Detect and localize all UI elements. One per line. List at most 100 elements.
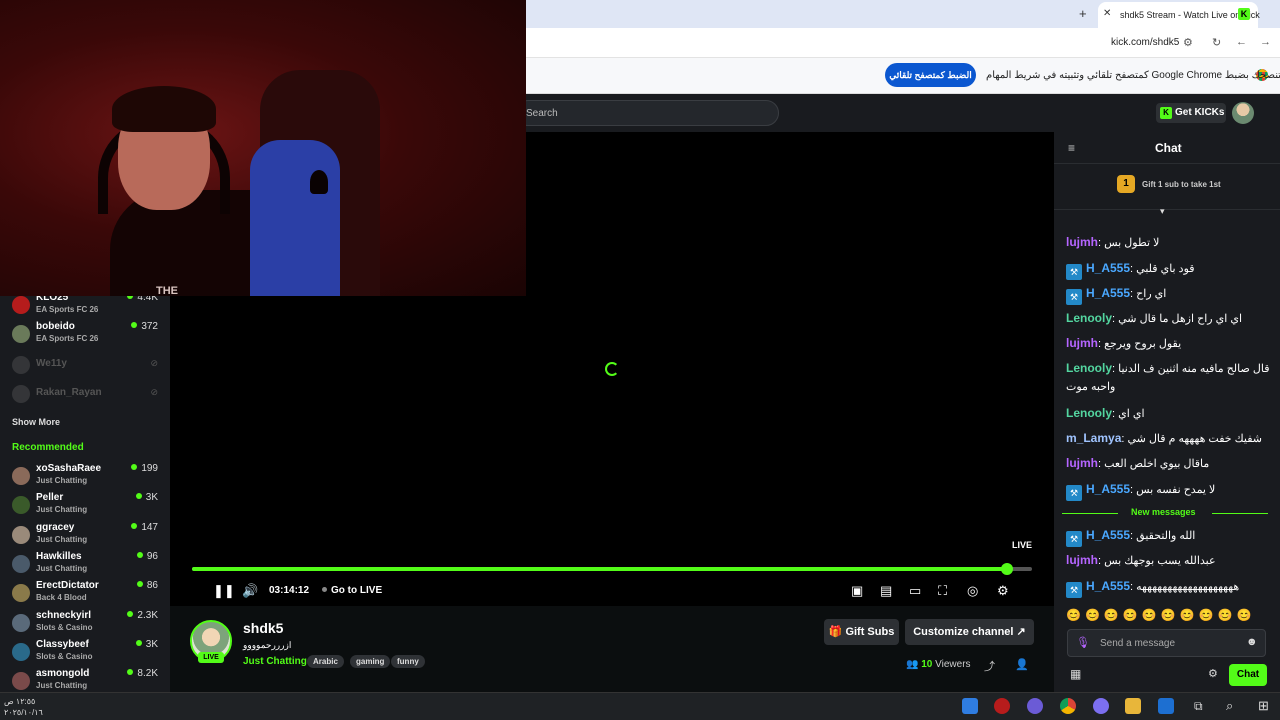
windows-start-icon[interactable]: ⊞ xyxy=(1258,698,1269,714)
new-messages-divider[interactable]: New messages xyxy=(1062,506,1268,520)
chat-text: الله والتحقيق xyxy=(1136,530,1196,542)
clip-icon[interactable]: ▤ xyxy=(880,583,892,599)
share-icon[interactable]: ⤴ xyxy=(984,658,995,674)
taskbar-app-icon[interactable] xyxy=(1093,698,1109,714)
sidebar-recommended-item[interactable]: Hawkilles Just Chatting 96 xyxy=(0,550,170,579)
chat-username[interactable]: lujmh xyxy=(1066,456,1098,470)
search-input[interactable]: Search xyxy=(515,100,779,126)
kick-logo-icon: K xyxy=(1160,107,1172,119)
url-field[interactable]: kick.com/shdk5 xyxy=(1111,37,1179,48)
sidebar-offline-item[interactable]: We11y ⊘ xyxy=(0,351,170,380)
system-clock[interactable]: ١٢:٥٥ ص ٢٠٢٥/١٠/١٦ xyxy=(4,696,43,718)
gift-leaderboard-text[interactable]: Gift 1 sub to take 1st xyxy=(1142,180,1221,189)
playback-speed-icon[interactable]: ◎ xyxy=(967,583,978,599)
chat-username[interactable]: H_A555 xyxy=(1086,579,1130,593)
chat-message-input[interactable]: 🎙 Send a message ☻ xyxy=(1067,629,1266,657)
channel-category: Slots & Casino xyxy=(36,651,93,661)
reload-icon[interactable]: ↻ xyxy=(1212,36,1221,49)
chat-username[interactable]: Lenooly xyxy=(1066,311,1112,325)
forward-arrow-icon[interactable]: → xyxy=(1260,36,1271,48)
chat-message: lujmh: عبدالله يسب بوجهك بس xyxy=(1066,551,1272,570)
channel-name[interactable]: shdk5 xyxy=(243,620,283,636)
settings-gear-icon[interactable]: ⚙ xyxy=(997,583,1009,599)
volume-icon[interactable]: 🔊 xyxy=(242,583,258,599)
chat-username[interactable]: m_Lamya xyxy=(1066,431,1121,445)
stream-title: ازرررحموووو xyxy=(243,640,292,650)
gift-subs-button[interactable]: 🎁 Gift Subs xyxy=(824,619,899,645)
site-settings-icon[interactable]: ⚙ xyxy=(1183,36,1193,49)
collapse-chat-icon[interactable]: ≡ xyxy=(1068,141,1075,155)
show-more-button[interactable]: Show More xyxy=(12,417,60,427)
recommended-heading: Recommended xyxy=(12,442,84,453)
user-avatar[interactable] xyxy=(1232,102,1254,124)
emoji-picker-icon[interactable]: ☻ xyxy=(1246,636,1258,648)
pause-icon[interactable]: ❚❚ xyxy=(213,583,235,599)
sidebar-recommended-item[interactable]: xoSashaRaee Just Chatting 199 xyxy=(0,462,170,491)
chat-username[interactable]: Lenooly xyxy=(1066,361,1112,375)
chat-username[interactable]: H_A555 xyxy=(1086,482,1130,496)
live-badge: LIVE xyxy=(198,652,224,663)
sidebar-recommended-item[interactable]: Peller Just Chatting 3K xyxy=(0,491,170,520)
file-explorer-icon[interactable] xyxy=(1125,698,1141,714)
follow-user-icon[interactable]: 👤 xyxy=(1015,658,1029,671)
theater-mode-icon[interactable]: ▭ xyxy=(909,583,921,599)
channel-name: schneckyirl xyxy=(36,609,92,621)
browser-tab[interactable]: ✕ shdk5 Stream - Watch Live on Kick K xyxy=(1098,2,1260,28)
channel-avatar xyxy=(12,642,30,661)
chat-message: Lenooly: قال صالح مافيه منه اثنين ف الدن… xyxy=(1066,359,1272,396)
chat-username[interactable]: H_A555 xyxy=(1086,528,1130,542)
stream-category-link[interactable]: Just Chatting xyxy=(243,656,307,667)
microphone-icon[interactable]: 🎙 xyxy=(1076,636,1090,649)
customize-channel-button[interactable]: Customize channel ↗ xyxy=(905,619,1034,645)
chat-username[interactable]: lujmh xyxy=(1066,553,1098,567)
send-chat-button[interactable]: Chat xyxy=(1229,664,1267,686)
chat-username[interactable]: H_A555 xyxy=(1086,286,1130,300)
emote-bar[interactable]: 😊😊😊😊😊😊😊😊😊😊 xyxy=(1066,608,1266,624)
tag-chip[interactable]: funny xyxy=(391,655,425,668)
miniplayer-icon[interactable]: ▣ xyxy=(851,583,863,599)
chat-text: ماقال بيوي اخلص العب xyxy=(1104,458,1210,470)
seek-handle[interactable] xyxy=(1001,563,1013,575)
sidebar-channel-item[interactable]: bobeido EA Sports FC 26 372 xyxy=(0,320,170,349)
set-default-browser-button[interactable]: الضبط كمتصفح تلقائي xyxy=(885,63,976,87)
close-tab-icon[interactable]: ✕ xyxy=(1103,8,1111,19)
channel-category: EA Sports FC 26 xyxy=(36,305,99,314)
sidebar-offline-item[interactable]: Rakan_Rayan ⊘ xyxy=(0,380,170,409)
sidebar-recommended-item[interactable]: ggracey Just Chatting 147 xyxy=(0,521,170,550)
viewer-count-number: 3K xyxy=(145,638,158,650)
infobar-message: تنصحك بضبط Google Chrome كمتصفح تلقائي و… xyxy=(986,70,1280,81)
clock-date: ٢٠٢٥/١٠/١٦ xyxy=(4,708,43,717)
live-dot-icon xyxy=(135,639,142,646)
figurine xyxy=(310,170,328,194)
chrome-taskbar-icon[interactable] xyxy=(1060,698,1076,714)
external-link-icon: ↗ xyxy=(1013,626,1026,638)
fullscreen-icon[interactable]: ⛶ xyxy=(938,583,947,599)
blue-jersey xyxy=(250,140,340,296)
search-icon[interactable]: ⌕ xyxy=(1226,698,1233,714)
outlook-icon[interactable] xyxy=(1158,698,1174,714)
chat-username[interactable]: Lenooly xyxy=(1066,406,1112,420)
loading-spinner-icon xyxy=(605,362,619,376)
back-arrow-icon[interactable]: ← xyxy=(1236,36,1247,48)
shirt-text: THE xyxy=(156,285,178,296)
sidebar-recommended-item[interactable]: schneckyirl Slots & Casino 2.3K xyxy=(0,609,170,638)
pinned-expand-icon[interactable]: ▾ xyxy=(1160,206,1165,217)
chat-username[interactable]: H_A555 xyxy=(1086,261,1130,275)
sidebar-recommended-item[interactable]: Classybeef Slots & Casino 3K xyxy=(0,638,170,667)
chat-settings-icon[interactable]: ⚙ xyxy=(1208,667,1218,680)
sidebar-recommended-item[interactable]: ErectDictator Back 4 Blood 86 xyxy=(0,579,170,608)
new-tab-button[interactable]: + xyxy=(1079,6,1087,21)
task-view-icon[interactable]: ⧉ xyxy=(1194,699,1203,714)
go-to-live-button[interactable]: Go to LIVE xyxy=(322,585,382,596)
get-kicks-button[interactable]: K Get KICKs xyxy=(1156,103,1226,123)
taskbar-app-icon[interactable] xyxy=(1027,698,1043,714)
chat-username[interactable]: lujmh xyxy=(1066,235,1098,249)
store-icon[interactable]: ▦ xyxy=(1070,667,1081,681)
taskbar-app-icon[interactable] xyxy=(994,698,1010,714)
live-dot-icon xyxy=(131,464,138,470)
chat-username[interactable]: lujmh xyxy=(1066,336,1098,350)
viewer-count: 199 xyxy=(131,463,158,474)
tag-chip[interactable]: gaming xyxy=(350,655,391,668)
taskbar-app-icon[interactable] xyxy=(962,698,978,714)
tag-chip[interactable]: Arabic xyxy=(307,655,344,668)
